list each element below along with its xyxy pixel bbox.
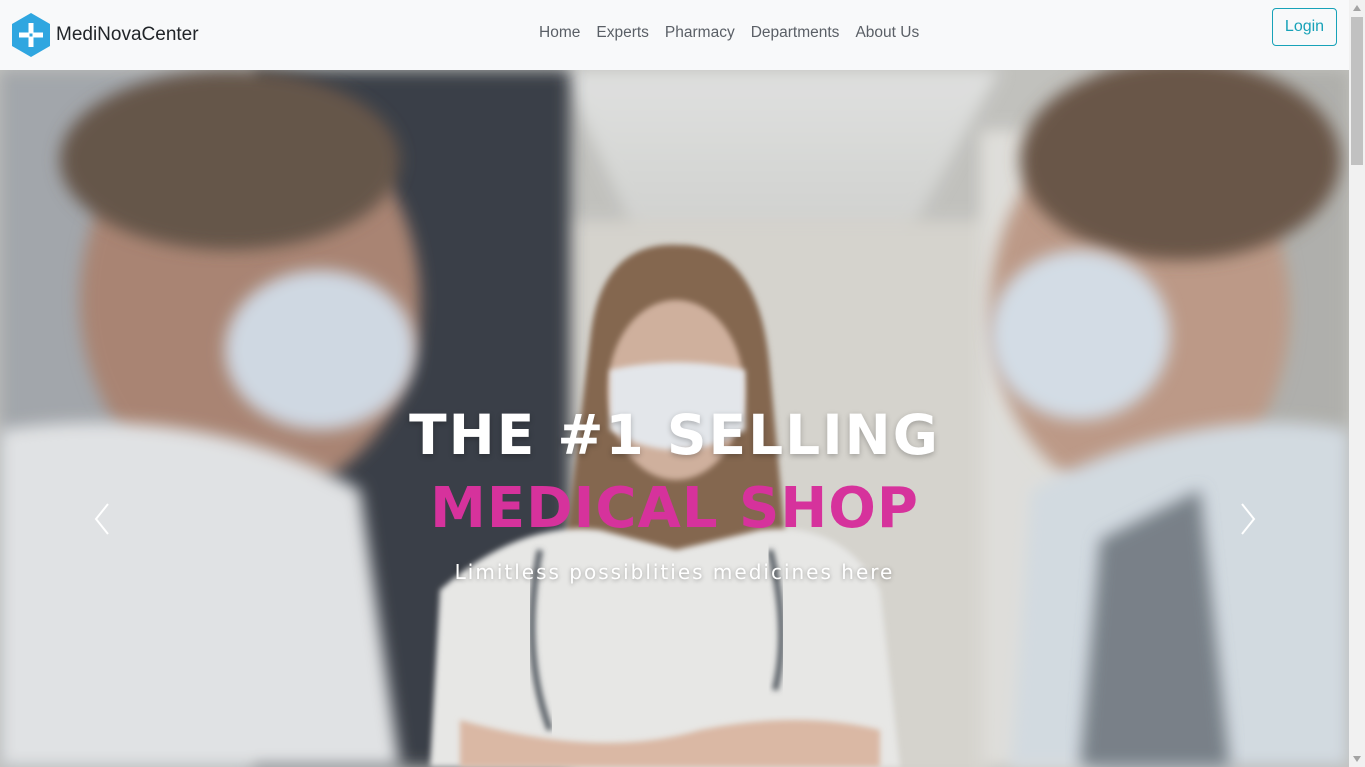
hero-title-line1: THE #1 SELLING xyxy=(409,403,940,467)
brand-name: MediNovaCenter xyxy=(56,24,199,45)
medical-cross-hexagon-icon xyxy=(12,13,50,57)
scrollbar-thumb[interactable] xyxy=(1351,17,1363,165)
top-navbar: MediNovaCenter Home Experts Pharmacy Dep… xyxy=(0,0,1349,70)
nav-menu: Home Experts Pharmacy Departments About … xyxy=(531,24,927,42)
login-button[interactable]: Login xyxy=(1272,8,1337,46)
page-scrollbar[interactable] xyxy=(1349,0,1365,767)
hero-title-line2: MEDICAL SHOP xyxy=(430,476,919,541)
scroll-up-arrow-icon[interactable] xyxy=(1349,0,1365,16)
nav-link-departments[interactable]: Departments xyxy=(743,24,848,42)
nav-link-about-us[interactable]: About Us xyxy=(847,24,927,42)
hero-subtitle: Limitless possiblities medicines here xyxy=(454,560,895,584)
nav-link-pharmacy[interactable]: Pharmacy xyxy=(657,24,743,42)
nav-link-experts[interactable]: Experts xyxy=(588,24,657,42)
nav-link-home[interactable]: Home xyxy=(531,24,588,42)
brand[interactable]: MediNovaCenter xyxy=(12,13,199,57)
scroll-down-arrow-icon[interactable] xyxy=(1349,751,1365,767)
